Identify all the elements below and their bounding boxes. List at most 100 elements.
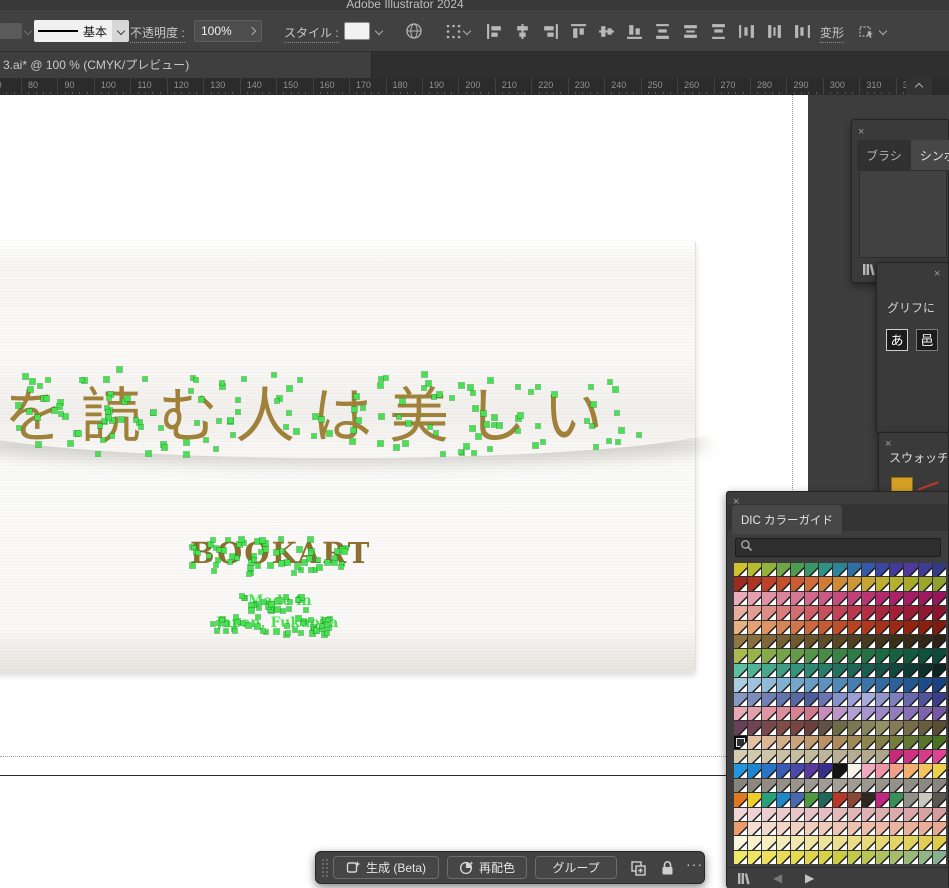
align-vertical-center-icon[interactable] <box>598 23 615 40</box>
dic-swatch[interactable] <box>805 577 818 590</box>
dic-swatch[interactable] <box>933 736 946 749</box>
dic-search-input[interactable] <box>735 538 941 557</box>
dic-swatch[interactable] <box>791 793 804 806</box>
dic-swatch[interactable] <box>833 678 846 691</box>
duplicate-plus-icon[interactable] <box>630 860 647 882</box>
dic-swatch[interactable] <box>777 563 790 576</box>
dic-swatch[interactable] <box>833 621 846 634</box>
dic-swatch[interactable] <box>848 621 861 634</box>
dic-swatch[interactable] <box>890 721 903 734</box>
dic-swatch[interactable] <box>862 793 875 806</box>
dic-swatch[interactable] <box>819 836 832 849</box>
dic-swatch[interactable] <box>777 836 790 849</box>
dic-swatch[interactable] <box>819 851 832 864</box>
symbols-list-empty[interactable] <box>859 170 947 258</box>
dic-swatch[interactable] <box>848 707 861 720</box>
dic-swatch[interactable] <box>862 678 875 691</box>
dic-swatch[interactable] <box>791 649 804 662</box>
dic-swatch[interactable] <box>791 764 804 777</box>
dic-swatch[interactable] <box>876 563 889 576</box>
dic-swatch[interactable] <box>762 592 775 605</box>
dic-swatch[interactable] <box>919 836 932 849</box>
dic-swatch[interactable] <box>734 664 747 677</box>
dic-swatch[interactable] <box>734 707 747 720</box>
dic-swatch[interactable] <box>734 836 747 849</box>
distribute-left-icon[interactable] <box>738 23 755 40</box>
dic-swatch[interactable] <box>748 563 761 576</box>
dic-swatch[interactable] <box>805 678 818 691</box>
envelope-image[interactable] <box>0 240 696 672</box>
dic-swatch[interactable] <box>862 808 875 821</box>
dic-swatch[interactable] <box>762 779 775 792</box>
dic-swatch[interactable] <box>890 808 903 821</box>
transform-label[interactable]: 変形 <box>820 24 844 43</box>
dic-swatch[interactable] <box>876 764 889 777</box>
dic-swatch[interactable] <box>904 779 917 792</box>
dic-swatch[interactable] <box>933 635 946 648</box>
dic-swatch[interactable] <box>833 822 846 835</box>
dic-swatch[interactable] <box>904 707 917 720</box>
dic-swatch[interactable] <box>890 621 903 634</box>
align-horizontal-center-icon[interactable] <box>514 23 531 40</box>
dic-swatch[interactable] <box>862 621 875 634</box>
stroke-dropdown-button[interactable] <box>112 20 129 42</box>
dic-swatch[interactable] <box>933 707 946 720</box>
dic-swatch[interactable] <box>734 851 747 864</box>
dic-swatch[interactable] <box>919 793 932 806</box>
dic-swatch[interactable] <box>734 563 747 576</box>
dic-swatch[interactable] <box>777 822 790 835</box>
dic-swatch[interactable] <box>848 664 861 677</box>
dic-swatch[interactable] <box>819 678 832 691</box>
dic-swatch[interactable] <box>791 577 804 590</box>
dic-swatch[interactable] <box>933 664 946 677</box>
dic-swatch[interactable] <box>805 649 818 662</box>
dic-swatch[interactable] <box>919 693 932 706</box>
dic-swatch[interactable] <box>876 664 889 677</box>
dic-swatch[interactable] <box>791 693 804 706</box>
dic-swatch[interactable] <box>904 693 917 706</box>
distribute-bottom-icon[interactable] <box>710 23 727 40</box>
dic-swatch[interactable] <box>848 851 861 864</box>
dic-swatch[interactable] <box>890 606 903 619</box>
previous-colors-button[interactable]: ◀ <box>773 871 782 885</box>
dic-swatch[interactable] <box>933 779 946 792</box>
dic-swatch[interactable] <box>904 764 917 777</box>
dic-swatch[interactable] <box>777 577 790 590</box>
recolor-button[interactable]: 再配色 <box>447 856 527 879</box>
dic-swatch[interactable] <box>805 793 818 806</box>
dic-swatch[interactable] <box>748 635 761 648</box>
dic-swatch[interactable] <box>919 851 932 864</box>
dic-swatch[interactable] <box>805 750 818 763</box>
dic-swatch[interactable] <box>748 750 761 763</box>
dic-swatch[interactable] <box>748 592 761 605</box>
dic-swatch[interactable] <box>791 750 804 763</box>
dic-swatch[interactable] <box>876 736 889 749</box>
dic-swatch[interactable] <box>876 779 889 792</box>
dic-swatch[interactable] <box>748 779 761 792</box>
style-swatch[interactable] <box>344 22 370 40</box>
dic-swatch[interactable] <box>791 836 804 849</box>
dic-swatch[interactable] <box>904 750 917 763</box>
grid-snap-icon[interactable] <box>446 24 461 44</box>
distribute-top-icon[interactable] <box>654 23 671 40</box>
opacity-field[interactable]: 100% <box>194 20 262 42</box>
dic-swatch[interactable] <box>848 736 861 749</box>
dic-swatch[interactable] <box>919 822 932 835</box>
dic-swatch[interactable] <box>876 793 889 806</box>
dic-swatch[interactable] <box>805 779 818 792</box>
dic-swatch[interactable] <box>862 836 875 849</box>
dic-swatch[interactable] <box>890 822 903 835</box>
dic-swatch[interactable] <box>862 664 875 677</box>
dic-swatch[interactable] <box>777 793 790 806</box>
dic-swatch[interactable] <box>819 764 832 777</box>
align-top-icon[interactable] <box>570 23 587 40</box>
collapse-panel-button[interactable] <box>906 78 932 95</box>
dic-swatch[interactable] <box>933 606 946 619</box>
dic-swatch[interactable] <box>904 592 917 605</box>
dic-swatch[interactable] <box>734 764 747 777</box>
dic-swatch[interactable] <box>805 808 818 821</box>
dic-swatch[interactable] <box>819 592 832 605</box>
dic-swatch[interactable] <box>876 750 889 763</box>
dic-swatch[interactable] <box>890 678 903 691</box>
dic-swatch[interactable] <box>833 721 846 734</box>
